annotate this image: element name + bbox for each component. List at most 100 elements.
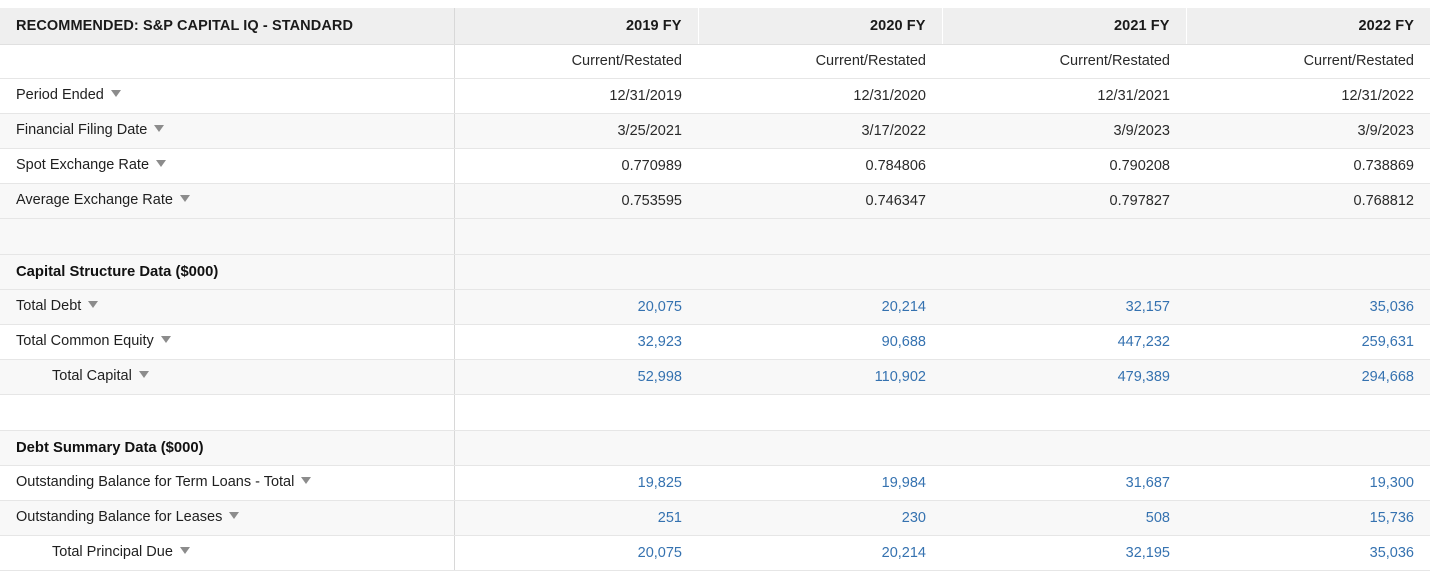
value-cell: 3/9/2023 (942, 113, 1186, 148)
section-header-blank-cell (454, 430, 698, 465)
row-label-cell[interactable]: Total Principal Due (0, 535, 454, 570)
row-label-cell[interactable]: Outstanding Balance for Term Loans - Tot… (0, 465, 454, 500)
metric-value-cell[interactable]: 31,687 (942, 465, 1186, 500)
row-label-cell[interactable]: Average Exchange Rate (0, 183, 454, 218)
value-cell: 12/31/2020 (698, 78, 942, 113)
metric-value-cell[interactable]: 447,232 (942, 324, 1186, 359)
row-label-text: Total Principal Due (52, 545, 173, 561)
metric-value-cell[interactable]: 294,668 (1186, 359, 1430, 394)
section-header-blank-cell (698, 430, 942, 465)
value-cell: 0.768812 (1186, 183, 1430, 218)
value-cell: 12/31/2022 (1186, 78, 1430, 113)
metric-value-cell[interactable]: 251 (454, 500, 698, 535)
table-row: Total Principal Due 20,07520,21432,19535,… (0, 535, 1430, 570)
metric-value-cell[interactable]: 52,998 (454, 359, 698, 394)
metric-value-cell[interactable]: 19,300 (1186, 465, 1430, 500)
row-label-cell[interactable]: Total Debt (0, 289, 454, 324)
restatement-1: Current/Restated (698, 44, 942, 78)
metric-value-cell[interactable]: 508 (942, 500, 1186, 535)
chevron-down-icon[interactable] (180, 195, 190, 202)
table-body: Period Ended12/31/201912/31/202012/31/20… (0, 78, 1430, 570)
column-header-year-0[interactable]: 2019 FY (454, 8, 698, 44)
table-row: Spot Exchange Rate 0.7709890.7848060.7902… (0, 148, 1430, 183)
table-row: Total Common Equity 32,92390,688447,23225… (0, 324, 1430, 359)
row-label-text: Average Exchange Rate (16, 193, 173, 209)
metric-value-cell[interactable]: 20,214 (698, 535, 942, 570)
spacer-value-cell (942, 394, 1186, 430)
column-header-year-3[interactable]: 2022 FY (1186, 8, 1430, 44)
value-cell: 12/31/2019 (454, 78, 698, 113)
metric-value-cell[interactable]: 32,195 (942, 535, 1186, 570)
row-label-text: Total Common Equity (16, 334, 154, 350)
section-header-blank-cell (454, 254, 698, 289)
metric-value-cell[interactable]: 32,923 (454, 324, 698, 359)
value-cell: 3/9/2023 (1186, 113, 1430, 148)
metric-value-cell[interactable]: 110,902 (698, 359, 942, 394)
row-label-text: Spot Exchange Rate (16, 158, 149, 174)
value-cell: 0.746347 (698, 183, 942, 218)
metric-value-cell[interactable]: 90,688 (698, 324, 942, 359)
value-cell: 0.784806 (698, 148, 942, 183)
row-label-text: Outstanding Balance for Term Loans - Tot… (16, 475, 294, 491)
value-cell: 3/17/2022 (698, 113, 942, 148)
metric-value-cell[interactable]: 19,984 (698, 465, 942, 500)
row-label-cell[interactable]: Financial Filing Date (0, 113, 454, 148)
table-row: Financial Filing Date3/25/20213/17/20223… (0, 113, 1430, 148)
metric-value-cell[interactable]: 32,157 (942, 289, 1186, 324)
table-spacer-row (0, 394, 1430, 430)
metric-value-cell[interactable]: 15,736 (1186, 500, 1430, 535)
metric-value-cell[interactable]: 230 (698, 500, 942, 535)
column-header-year-2[interactable]: 2021 FY (942, 8, 1186, 44)
row-label-cell[interactable]: Spot Exchange Rate (0, 148, 454, 183)
value-cell: 3/25/2021 (454, 113, 698, 148)
table-title: RECOMMENDED: S&P CAPITAL IQ - STANDARD (0, 8, 454, 44)
section-header-blank-cell (1186, 430, 1430, 465)
metric-value-cell[interactable]: 35,036 (1186, 535, 1430, 570)
table-row: Outstanding Balance for Leases2512305081… (0, 500, 1430, 535)
metric-value-cell[interactable]: 19,825 (454, 465, 698, 500)
column-header-year-1[interactable]: 2020 FY (698, 8, 942, 44)
spacer-label-cell (0, 218, 454, 254)
chevron-down-icon[interactable] (88, 301, 98, 308)
section-header-row: Capital Structure Data ($000) (0, 254, 1430, 289)
value-cell: 0.797827 (942, 183, 1186, 218)
chevron-down-icon[interactable] (154, 125, 164, 132)
chevron-down-icon[interactable] (161, 336, 171, 343)
chevron-down-icon[interactable] (229, 512, 239, 519)
value-cell: 0.738869 (1186, 148, 1430, 183)
chevron-down-icon[interactable] (111, 90, 121, 97)
section-header-blank-cell (942, 430, 1186, 465)
restatement-0: Current/Restated (454, 44, 698, 78)
spacer-value-cell (454, 218, 698, 254)
chevron-down-icon[interactable] (156, 160, 166, 167)
table-header: RECOMMENDED: S&P CAPITAL IQ - STANDARD 2… (0, 8, 1430, 78)
metric-value-cell[interactable]: 20,075 (454, 289, 698, 324)
chevron-down-icon[interactable] (139, 371, 149, 378)
restatement-3: Current/Restated (1186, 44, 1430, 78)
metric-value-cell[interactable]: 479,389 (942, 359, 1186, 394)
metric-value-cell[interactable]: 20,075 (454, 535, 698, 570)
row-label-text: Financial Filing Date (16, 123, 147, 139)
row-label-cell[interactable]: Period Ended (0, 78, 454, 113)
row-label-cell[interactable]: Total Capital (0, 359, 454, 394)
value-cell: 0.770989 (454, 148, 698, 183)
table-row: Average Exchange Rate0.7535950.7463470.7… (0, 183, 1430, 218)
section-header-blank-cell (698, 254, 942, 289)
metric-value-cell[interactable]: 259,631 (1186, 324, 1430, 359)
spacer-value-cell (454, 394, 698, 430)
row-label-cell[interactable]: Outstanding Balance for Leases (0, 500, 454, 535)
row-label-text: Total Debt (16, 299, 81, 315)
chevron-down-icon[interactable] (180, 547, 190, 554)
value-cell: 12/31/2021 (942, 78, 1186, 113)
value-cell: 0.790208 (942, 148, 1186, 183)
spacer-label-cell (0, 394, 454, 430)
table-row: Total Capital52,998110,902479,389294,668 (0, 359, 1430, 394)
chevron-down-icon[interactable] (301, 477, 311, 484)
row-label-cell[interactable]: Total Common Equity (0, 324, 454, 359)
table-spacer-row (0, 218, 1430, 254)
metric-value-cell[interactable]: 35,036 (1186, 289, 1430, 324)
spacer-value-cell (942, 218, 1186, 254)
metric-value-cell[interactable]: 20,214 (698, 289, 942, 324)
section-header-blank-cell (1186, 254, 1430, 289)
financial-table-sheet: RECOMMENDED: S&P CAPITAL IQ - STANDARD 2… (0, 0, 1430, 571)
